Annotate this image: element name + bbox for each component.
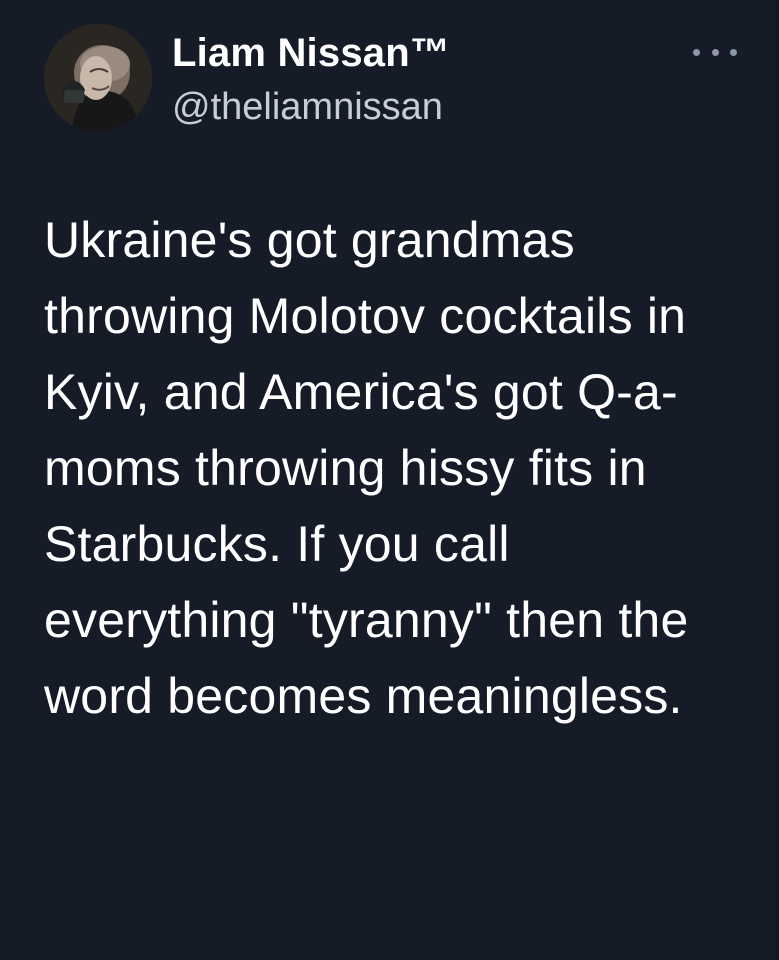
display-name[interactable]: Liam Nissan™ xyxy=(172,30,450,76)
tweet-card: Liam Nissan™ @theliamnissan Ukraine's go… xyxy=(0,0,779,960)
scroll-shadow xyxy=(773,0,779,960)
more-horizontal-icon xyxy=(730,48,737,56)
more-horizontal-icon xyxy=(693,48,700,56)
author-block[interactable]: Liam Nissan™ @theliamnissan xyxy=(172,30,450,130)
more-horizontal-icon xyxy=(711,48,719,56)
author-handle[interactable]: @theliamnissan xyxy=(172,84,450,130)
avatar[interactable] xyxy=(44,24,152,132)
tweet-text: Ukraine's got grandmas throwing Molotov … xyxy=(44,212,689,724)
tweet-header: Liam Nissan™ @theliamnissan xyxy=(44,22,779,142)
more-options-button[interactable] xyxy=(693,40,737,64)
